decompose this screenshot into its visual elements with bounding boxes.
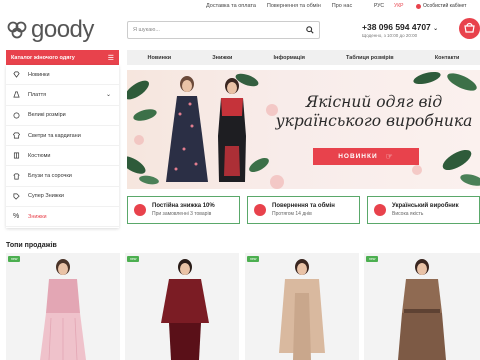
sidebar-item-label: Супер Знижки bbox=[28, 193, 64, 200]
search-icon[interactable] bbox=[306, 26, 314, 34]
lang-rus[interactable]: РУС bbox=[371, 2, 387, 10]
top-link-returns[interactable]: Повернення та обмін bbox=[267, 3, 321, 9]
return-icon bbox=[254, 204, 266, 216]
model-floral-dress bbox=[166, 76, 208, 182]
sidebar-item-label: Светри та кардигани bbox=[28, 132, 81, 139]
chevron-down-icon[interactable]: ⌄ bbox=[106, 91, 111, 98]
logo[interactable]: goody bbox=[6, 16, 94, 44]
cart-button[interactable] bbox=[459, 18, 480, 39]
nav-info[interactable]: Інформація bbox=[274, 55, 305, 61]
sidebar-item-big-sizes[interactable]: Великі розміри bbox=[6, 106, 119, 126]
cart-icon bbox=[464, 22, 475, 33]
sidebar-item-new[interactable]: Новинки bbox=[6, 65, 119, 86]
feature-discount: Постійна знижка 10% При замовленні 3 това… bbox=[127, 196, 240, 224]
sweater-icon bbox=[13, 132, 20, 139]
sizes-icon bbox=[13, 112, 20, 119]
sidebar-item-dresses[interactable]: Плаття ⌄ bbox=[6, 85, 119, 106]
catalog-button-label: Каталог жіночого одягу bbox=[11, 54, 75, 61]
new-badge: new bbox=[247, 256, 260, 262]
sidebar-item-label: Блузи та сорочки bbox=[28, 173, 72, 180]
logo-icon bbox=[7, 21, 27, 39]
banner-title: Якісний одяг від українського виробника bbox=[275, 93, 473, 130]
sidebar-item-super-discounts[interactable]: Супер Знижки bbox=[6, 187, 119, 208]
product-image[interactable] bbox=[245, 253, 359, 360]
sidebar-item-discounts[interactable]: % Знижки bbox=[6, 207, 119, 228]
product-card[interactable]: new bbox=[364, 253, 480, 360]
product-card[interactable]: new bbox=[6, 253, 120, 360]
nav-discounts[interactable]: Знижки bbox=[212, 55, 232, 61]
dress-icon bbox=[13, 91, 20, 98]
product-image[interactable] bbox=[6, 253, 120, 360]
phone-number[interactable]: +38 096 594 4707 ⌄ bbox=[362, 22, 438, 32]
feature-ukrainian-producer: Український виробник Висока якість bbox=[367, 196, 480, 224]
sidebar-catalog: Новинки Плаття ⌄ Великі розміри Светри т… bbox=[6, 65, 119, 228]
tag-icon bbox=[13, 193, 20, 200]
hero-banner[interactable]: Якісний одяг від українського виробника … bbox=[127, 70, 480, 189]
sidebar-item-label: Знижки bbox=[28, 213, 47, 220]
language-switcher: РУС УКР bbox=[371, 2, 406, 10]
account-label: Особистий кабінет bbox=[423, 3, 467, 9]
new-badge: new bbox=[366, 256, 379, 262]
model-red-dress bbox=[218, 78, 246, 182]
catalog-button[interactable]: Каталог жіночого одягу ☰ bbox=[6, 50, 119, 65]
top-links: Доставка та оплата Повернення та обмін П… bbox=[206, 3, 352, 9]
user-icon bbox=[416, 3, 421, 9]
hand-pointer-icon: ☞ bbox=[385, 152, 394, 161]
search-box[interactable]: Я шукаю... bbox=[127, 21, 320, 39]
diamond-icon bbox=[13, 71, 20, 78]
section-title: Топи продажів bbox=[6, 242, 57, 249]
sidebar-item-label: Плаття bbox=[28, 91, 47, 98]
top-link-about[interactable]: Про нас bbox=[332, 3, 352, 9]
top-link-delivery[interactable]: Доставка та оплата bbox=[206, 3, 256, 9]
sidebar-item-sweaters[interactable]: Светри та кардигани bbox=[6, 126, 119, 147]
menu-icon: ☰ bbox=[107, 54, 114, 62]
nav-size-table[interactable]: Таблиця розмірів bbox=[346, 55, 394, 61]
main-nav: Новинки Знижки Інформація Таблиця розмір… bbox=[127, 50, 480, 65]
heart-icon bbox=[374, 204, 386, 216]
sidebar-item-label: Костюми bbox=[28, 152, 51, 159]
lang-ukr[interactable]: УКР bbox=[391, 2, 406, 10]
product-image[interactable] bbox=[125, 253, 239, 360]
sidebar-item-label: Новинки bbox=[28, 71, 50, 78]
nav-new[interactable]: Новинки bbox=[148, 55, 172, 61]
search-input[interactable]: Я шукаю... bbox=[133, 27, 160, 33]
blouse-icon bbox=[13, 173, 20, 180]
product-card[interactable]: new bbox=[245, 253, 359, 360]
suit-icon bbox=[13, 152, 20, 159]
product-card[interactable]: new bbox=[125, 253, 239, 360]
nav-contacts[interactable]: Контакти bbox=[435, 55, 460, 61]
new-badge: new bbox=[127, 256, 140, 262]
sidebar-item-suits[interactable]: Костюми bbox=[6, 146, 119, 167]
account-link[interactable]: Особистий кабінет bbox=[416, 3, 466, 9]
sidebar-item-blouses[interactable]: Блузи та сорочки bbox=[6, 166, 119, 187]
working-hours: Щоденно, з 10:00 до 20:00 bbox=[362, 33, 418, 38]
new-badge: new bbox=[8, 256, 21, 262]
sidebar-item-label: Великі розміри bbox=[28, 112, 66, 119]
banner-new-button[interactable]: НОВИНКИ ☞ bbox=[313, 148, 419, 165]
product-image[interactable] bbox=[364, 253, 480, 360]
percent-icon: % bbox=[13, 213, 20, 221]
logo-text: goody bbox=[31, 16, 94, 43]
percent-icon bbox=[134, 204, 146, 216]
chevron-down-icon: ⌄ bbox=[433, 26, 439, 32]
feature-returns: Повернення та обмін Протягом 14 днів bbox=[247, 196, 360, 224]
